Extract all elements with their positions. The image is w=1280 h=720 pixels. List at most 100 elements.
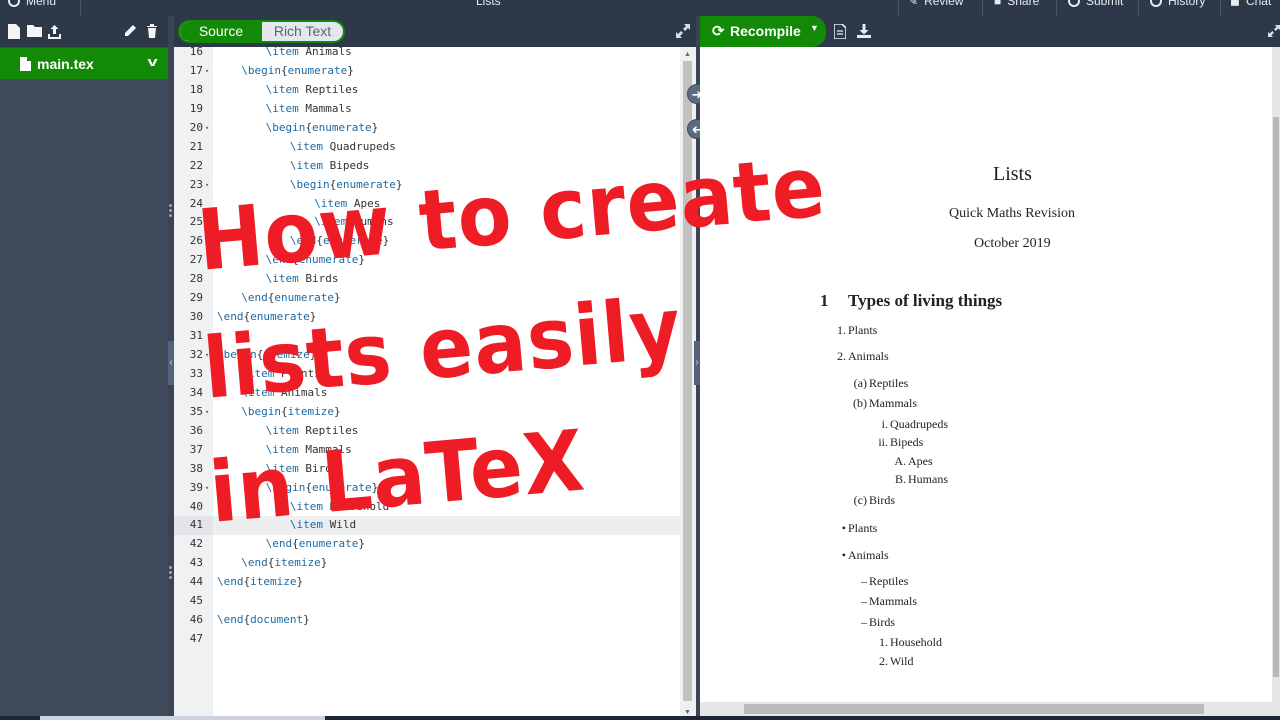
- chevron-down-icon[interactable]: v: [147, 54, 157, 69]
- rich-text-mode-button[interactable]: Rich Text: [262, 22, 343, 41]
- rename-icon[interactable]: [122, 24, 138, 40]
- code-text: \item Birds: [266, 460, 339, 479]
- delete-icon[interactable]: [144, 24, 160, 40]
- code-line[interactable]: 30 \end{enumerate}: [174, 308, 680, 327]
- code-line[interactable]: 17 ▾ \begin{enumerate}: [174, 62, 680, 81]
- latex-text: Birds: [298, 272, 339, 286]
- expand-icon[interactable]: [676, 24, 690, 38]
- code-line[interactable]: 38 \item Birds: [174, 460, 680, 479]
- latex-text: }: [395, 177, 403, 191]
- latex-text: }: [296, 575, 304, 589]
- latex-text: }: [382, 234, 390, 248]
- fold-toggle-icon[interactable]: ▾: [205, 119, 209, 138]
- code-line[interactable]: 22 \item Bipeds: [174, 157, 680, 176]
- code-editor[interactable]: 16 \item Animals 17 ▾ \begin{enumerate} 18 \it…: [174, 45, 680, 720]
- new-file-icon[interactable]: [6, 24, 22, 40]
- history-button[interactable]: History: [1150, 0, 1205, 8]
- code-line[interactable]: 41 \item Wild: [174, 516, 680, 536]
- latex-text: Birds: [298, 461, 339, 475]
- pdf-toolbar: ⟳ Recompile ▼: [700, 16, 1280, 47]
- pdf-list-marker: 2.: [879, 654, 888, 668]
- code-text: \item Quadrupeds: [290, 138, 396, 157]
- code-line[interactable]: 21 \item Quadrupeds: [174, 138, 680, 157]
- line-number: 36: [189, 423, 203, 437]
- code-line[interactable]: 35 ▾ \begin{itemize}: [174, 403, 680, 422]
- editor-mode-toggle: Source Rich Text: [178, 20, 345, 43]
- code-line[interactable]: 40 \item Household: [174, 498, 680, 517]
- code-line[interactable]: 39 ▾ \begin{enumerate}: [174, 479, 680, 498]
- latex-text: Animals: [298, 45, 352, 58]
- editor-scrollbar-thumb[interactable]: [683, 61, 692, 701]
- document-icon[interactable]: [833, 23, 847, 42]
- line-number: 44: [189, 575, 203, 589]
- chat-icon: ◼: [1230, 0, 1240, 8]
- latex-text: {: [281, 63, 288, 77]
- code-line[interactable]: 24 \item Apes: [174, 195, 680, 214]
- latex-text: Animals: [274, 385, 328, 399]
- code-line[interactable]: 16 \item Animals: [174, 43, 680, 62]
- code-line[interactable]: 27 \end{enumerate}: [174, 251, 680, 270]
- review-button[interactable]: ✎ Review: [908, 0, 963, 8]
- code-line[interactable]: 33 \item Plants: [174, 365, 680, 384]
- code-line[interactable]: 26 \end{enumerate}: [174, 232, 680, 251]
- pdf-horizontal-scrollbar-thumb[interactable]: [744, 704, 1204, 714]
- file-item-main-tex[interactable]: main.tex v: [0, 48, 168, 79]
- latex-command: \end: [217, 575, 244, 589]
- latex-text: Household: [323, 499, 390, 513]
- scroll-down-icon[interactable]: ▼: [684, 709, 691, 716]
- code-line[interactable]: 42 \end{enumerate}: [174, 535, 680, 554]
- pdf-author: Quick Maths Revision: [949, 206, 1075, 221]
- pdf-horizontal-scrollbar[interactable]: [700, 702, 1280, 716]
- line-number: 22: [189, 158, 203, 172]
- code-line[interactable]: 25 \item Humans: [174, 213, 680, 232]
- latex-command: itemize: [287, 404, 335, 418]
- pdf-vertical-scrollbar-thumb[interactable]: [1273, 117, 1279, 677]
- code-line[interactable]: 31: [174, 327, 680, 346]
- code-line[interactable]: 34 \item Animals: [174, 384, 680, 403]
- fold-toggle-icon[interactable]: ▾: [205, 176, 209, 195]
- pdf-list-marker: (c): [853, 493, 867, 507]
- pdf-list-marker: 2.: [837, 349, 846, 363]
- code-line[interactable]: 45: [174, 592, 680, 611]
- code-line[interactable]: 18 \item Reptiles: [174, 81, 680, 100]
- pdf-list-item: Humans: [908, 472, 948, 486]
- latex-command: \end: [289, 234, 317, 248]
- line-number: 33: [189, 366, 203, 380]
- code-line[interactable]: 19 \item Mammals: [174, 100, 680, 119]
- code-line[interactable]: 44 \end{itemize}: [174, 573, 680, 592]
- menu-button[interactable]: Menu: [8, 0, 56, 8]
- scroll-up-icon[interactable]: ▲: [684, 51, 691, 58]
- latex-command: \item: [289, 518, 324, 532]
- submit-button[interactable]: Submit: [1068, 0, 1123, 8]
- recompile-dropdown-caret-icon[interactable]: ▼: [810, 23, 819, 33]
- latex-text: {: [305, 480, 312, 494]
- chat-button[interactable]: ◼ Chat: [1230, 0, 1271, 8]
- code-line[interactable]: 43 \end{itemize}: [174, 554, 680, 573]
- code-line[interactable]: 32 ▾ \begin{itemize}: [174, 346, 680, 365]
- expand-pdf-icon[interactable]: [1268, 24, 1280, 40]
- code-line[interactable]: 28 \item Birds: [174, 270, 680, 289]
- pdf-list-marker: –: [861, 574, 867, 588]
- source-mode-button[interactable]: Source: [180, 22, 262, 41]
- code-line[interactable]: 20 ▾ \begin{enumerate}: [174, 119, 680, 138]
- code-line[interactable]: 29 \end{enumerate}: [174, 289, 680, 308]
- code-line[interactable]: 23 ▾ \begin{enumerate}: [174, 176, 680, 195]
- download-icon[interactable]: [857, 24, 871, 41]
- recompile-button[interactable]: ⟳ Recompile ▼: [700, 16, 826, 47]
- latex-text: }: [303, 613, 310, 627]
- latex-command: \item: [265, 82, 299, 96]
- fold-toggle-icon[interactable]: ▾: [205, 62, 209, 81]
- code-line[interactable]: 37 \item Mammals: [174, 441, 680, 460]
- pdf-preview[interactable]: Lists Quick Maths Revision October 2019 …: [700, 47, 1272, 702]
- fold-toggle-icon[interactable]: ▾: [205, 346, 209, 365]
- fold-toggle-icon[interactable]: ▾: [205, 403, 209, 422]
- upload-icon[interactable]: [46, 24, 62, 40]
- new-folder-icon[interactable]: [26, 24, 42, 40]
- code-line[interactable]: 47: [174, 630, 680, 649]
- latex-text: }: [371, 480, 379, 494]
- code-line[interactable]: 46 \end{document}: [174, 611, 680, 630]
- share-button[interactable]: ■ Share: [994, 0, 1039, 8]
- code-line[interactable]: 36 \item Reptiles: [174, 422, 680, 441]
- pdf-vertical-scrollbar[interactable]: [1272, 47, 1280, 702]
- fold-toggle-icon[interactable]: ▾: [205, 479, 209, 498]
